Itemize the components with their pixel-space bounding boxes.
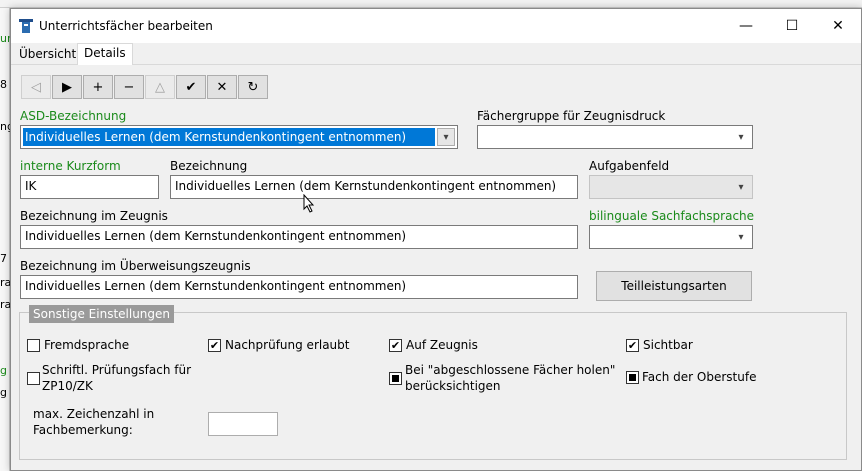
kurzform-label: interne Kurzform	[20, 159, 121, 173]
group-title: Sonstige Einstellungen	[29, 305, 175, 323]
bezeichnung-label: Bezeichnung	[170, 159, 248, 173]
sichtbar-checkbox[interactable]: ✔	[626, 339, 639, 352]
bilingual-label: bilinguale Sachfachsprache	[589, 209, 755, 223]
app-icon	[19, 19, 33, 33]
aufgabenfeld-value	[592, 178, 730, 196]
delete-record-button[interactable]: −	[114, 75, 144, 99]
background-fragment: g	[0, 364, 7, 377]
abgeschlossene-faecher-label: Bei "abgeschlossene Fächer holen" berück…	[405, 362, 615, 394]
schriftl-pruefungsfach-checkbox[interactable]	[27, 372, 40, 385]
title-bar: Unterrichtsfächer bearbeiten — ☐ ✕	[11, 9, 861, 43]
play-icon: ▶	[62, 79, 72, 95]
abgeschlossen-line-2: berücksichtigen	[405, 379, 501, 393]
ueberweisung-label: Bezeichnung im Überweisungszeugnis	[20, 259, 251, 273]
background-fragment: 7	[0, 252, 7, 265]
chevron-down-icon[interactable]: ▾	[437, 128, 455, 146]
close-button[interactable]: ✕	[815, 9, 861, 43]
tab-strip: Übersicht Details	[11, 43, 861, 66]
checkmark-icon: ✔	[209, 339, 220, 352]
cancel-edit-button[interactable]: ✕	[207, 75, 237, 99]
refresh-icon: ↻	[247, 79, 259, 95]
fach-der-oberstufe-checkbox[interactable]	[626, 371, 639, 384]
max-zeichen-line-1: max. Zeichenzahl in	[33, 407, 155, 421]
background-fragment: ng	[0, 120, 10, 133]
faechergruppe-label: Fächergruppe für Zeugnisdruck	[477, 109, 666, 123]
fach-der-oberstufe-label: Fach der Oberstufe	[642, 370, 757, 384]
background-fragment: g	[0, 386, 7, 399]
background-fragment: ra	[0, 298, 10, 311]
next-record-button[interactable]: ▶	[52, 75, 82, 99]
plus-icon: +	[92, 79, 104, 95]
schriftl-line-1: Schriftl. Prüfungsfach für	[42, 363, 191, 377]
background-app-list: ur 8 ng 7 ra ra g g	[0, 8, 10, 471]
bilingual-value	[592, 228, 730, 246]
cross-icon: ✕	[216, 79, 228, 95]
aufgabenfeld-label: Aufgabenfeld	[589, 159, 670, 173]
abgeschlossen-line-1: Bei "abgeschlossene Fächer holen"	[405, 363, 616, 377]
details-panel: ◁ ▶ + − △ ✔ ✕ ↻ ASD-Bezeichnung Individu…	[11, 65, 861, 470]
triangle-left-icon: ◁	[31, 79, 41, 95]
chevron-down-icon[interactable]: ▾	[732, 228, 750, 246]
schriftl-pruefungsfach-label: Schriftl. Prüfungsfach für ZP10/ZK	[42, 362, 191, 394]
schriftl-line-2: ZP10/ZK	[42, 379, 93, 393]
mouse-cursor-icon	[303, 194, 315, 213]
confirm-button[interactable]: ✔	[176, 75, 206, 99]
background-app-header	[0, 0, 862, 8]
fremdsprache-label: Fremdsprache	[44, 338, 130, 352]
asd-value: Individuelles Lernen (dem Kernstundenkon…	[22, 127, 436, 147]
abgeschlossene-faecher-checkbox[interactable]	[389, 372, 402, 385]
background-fragment: ur	[0, 32, 10, 45]
checkmark-icon: ✔	[390, 339, 401, 352]
checkmark-icon: ✔	[185, 79, 197, 95]
triangle-up-icon: △	[155, 79, 165, 95]
max-zeichenzahl-input[interactable]	[208, 412, 278, 436]
max-zeichenzahl-label: max. Zeichenzahl in Fachbemerkung:	[33, 406, 154, 438]
nachpruefung-label: Nachprüfung erlaubt	[225, 338, 350, 352]
minus-icon: −	[123, 79, 135, 95]
zeugnis-label: Bezeichnung im Zeugnis	[20, 209, 168, 223]
zeugnis-input[interactable]: Individuelles Lernen (dem Kernstundenkon…	[20, 225, 578, 249]
chevron-down-icon[interactable]: ▾	[732, 128, 750, 146]
tab-uebersicht[interactable]: Übersicht	[13, 45, 82, 65]
teilleistungsarten-button[interactable]: Teilleistungsarten	[596, 271, 752, 301]
asd-label: ASD-Bezeichnung	[20, 109, 127, 123]
bilingual-combobox[interactable]: ▾	[589, 225, 753, 249]
fremdsprache-checkbox[interactable]	[27, 339, 40, 352]
background-fragment: ra	[0, 276, 10, 289]
asd-combobox[interactable]: Individuelles Lernen (dem Kernstundenkon…	[20, 125, 458, 149]
tab-details[interactable]: Details	[77, 43, 133, 66]
nachpruefung-checkbox[interactable]: ✔	[208, 339, 221, 352]
background-fragment: 8	[0, 78, 7, 91]
auf-zeugnis-checkbox[interactable]: ✔	[389, 339, 402, 352]
faechergruppe-combobox[interactable]: ▾	[477, 125, 753, 149]
dialog-window: Unterrichtsfächer bearbeiten — ☐ ✕ Übers…	[10, 8, 862, 471]
bezeichnung-input[interactable]: Individuelles Lernen (dem Kernstundenkon…	[170, 175, 578, 199]
faechergruppe-value	[480, 128, 730, 146]
maximize-button[interactable]: ☐	[769, 9, 815, 43]
max-zeichen-line-2: Fachbemerkung:	[33, 423, 133, 437]
ueberweisung-input[interactable]: Individuelles Lernen (dem Kernstundenkon…	[20, 275, 578, 299]
auf-zeugnis-label: Auf Zeugnis	[406, 338, 478, 352]
window-title: Unterrichtsfächer bearbeiten	[39, 19, 213, 33]
first-record-button[interactable]: ◁	[21, 75, 51, 99]
move-up-button[interactable]: △	[145, 75, 175, 99]
add-record-button[interactable]: +	[83, 75, 113, 99]
chevron-down-icon[interactable]: ▾	[732, 178, 750, 196]
aufgabenfeld-combobox[interactable]: ▾	[589, 175, 753, 199]
sichtbar-label: Sichtbar	[643, 338, 693, 352]
refresh-button[interactable]: ↻	[238, 75, 268, 99]
minimize-button[interactable]: —	[723, 9, 769, 43]
checkmark-icon: ✔	[627, 339, 638, 352]
kurzform-input[interactable]: IK	[20, 175, 159, 199]
